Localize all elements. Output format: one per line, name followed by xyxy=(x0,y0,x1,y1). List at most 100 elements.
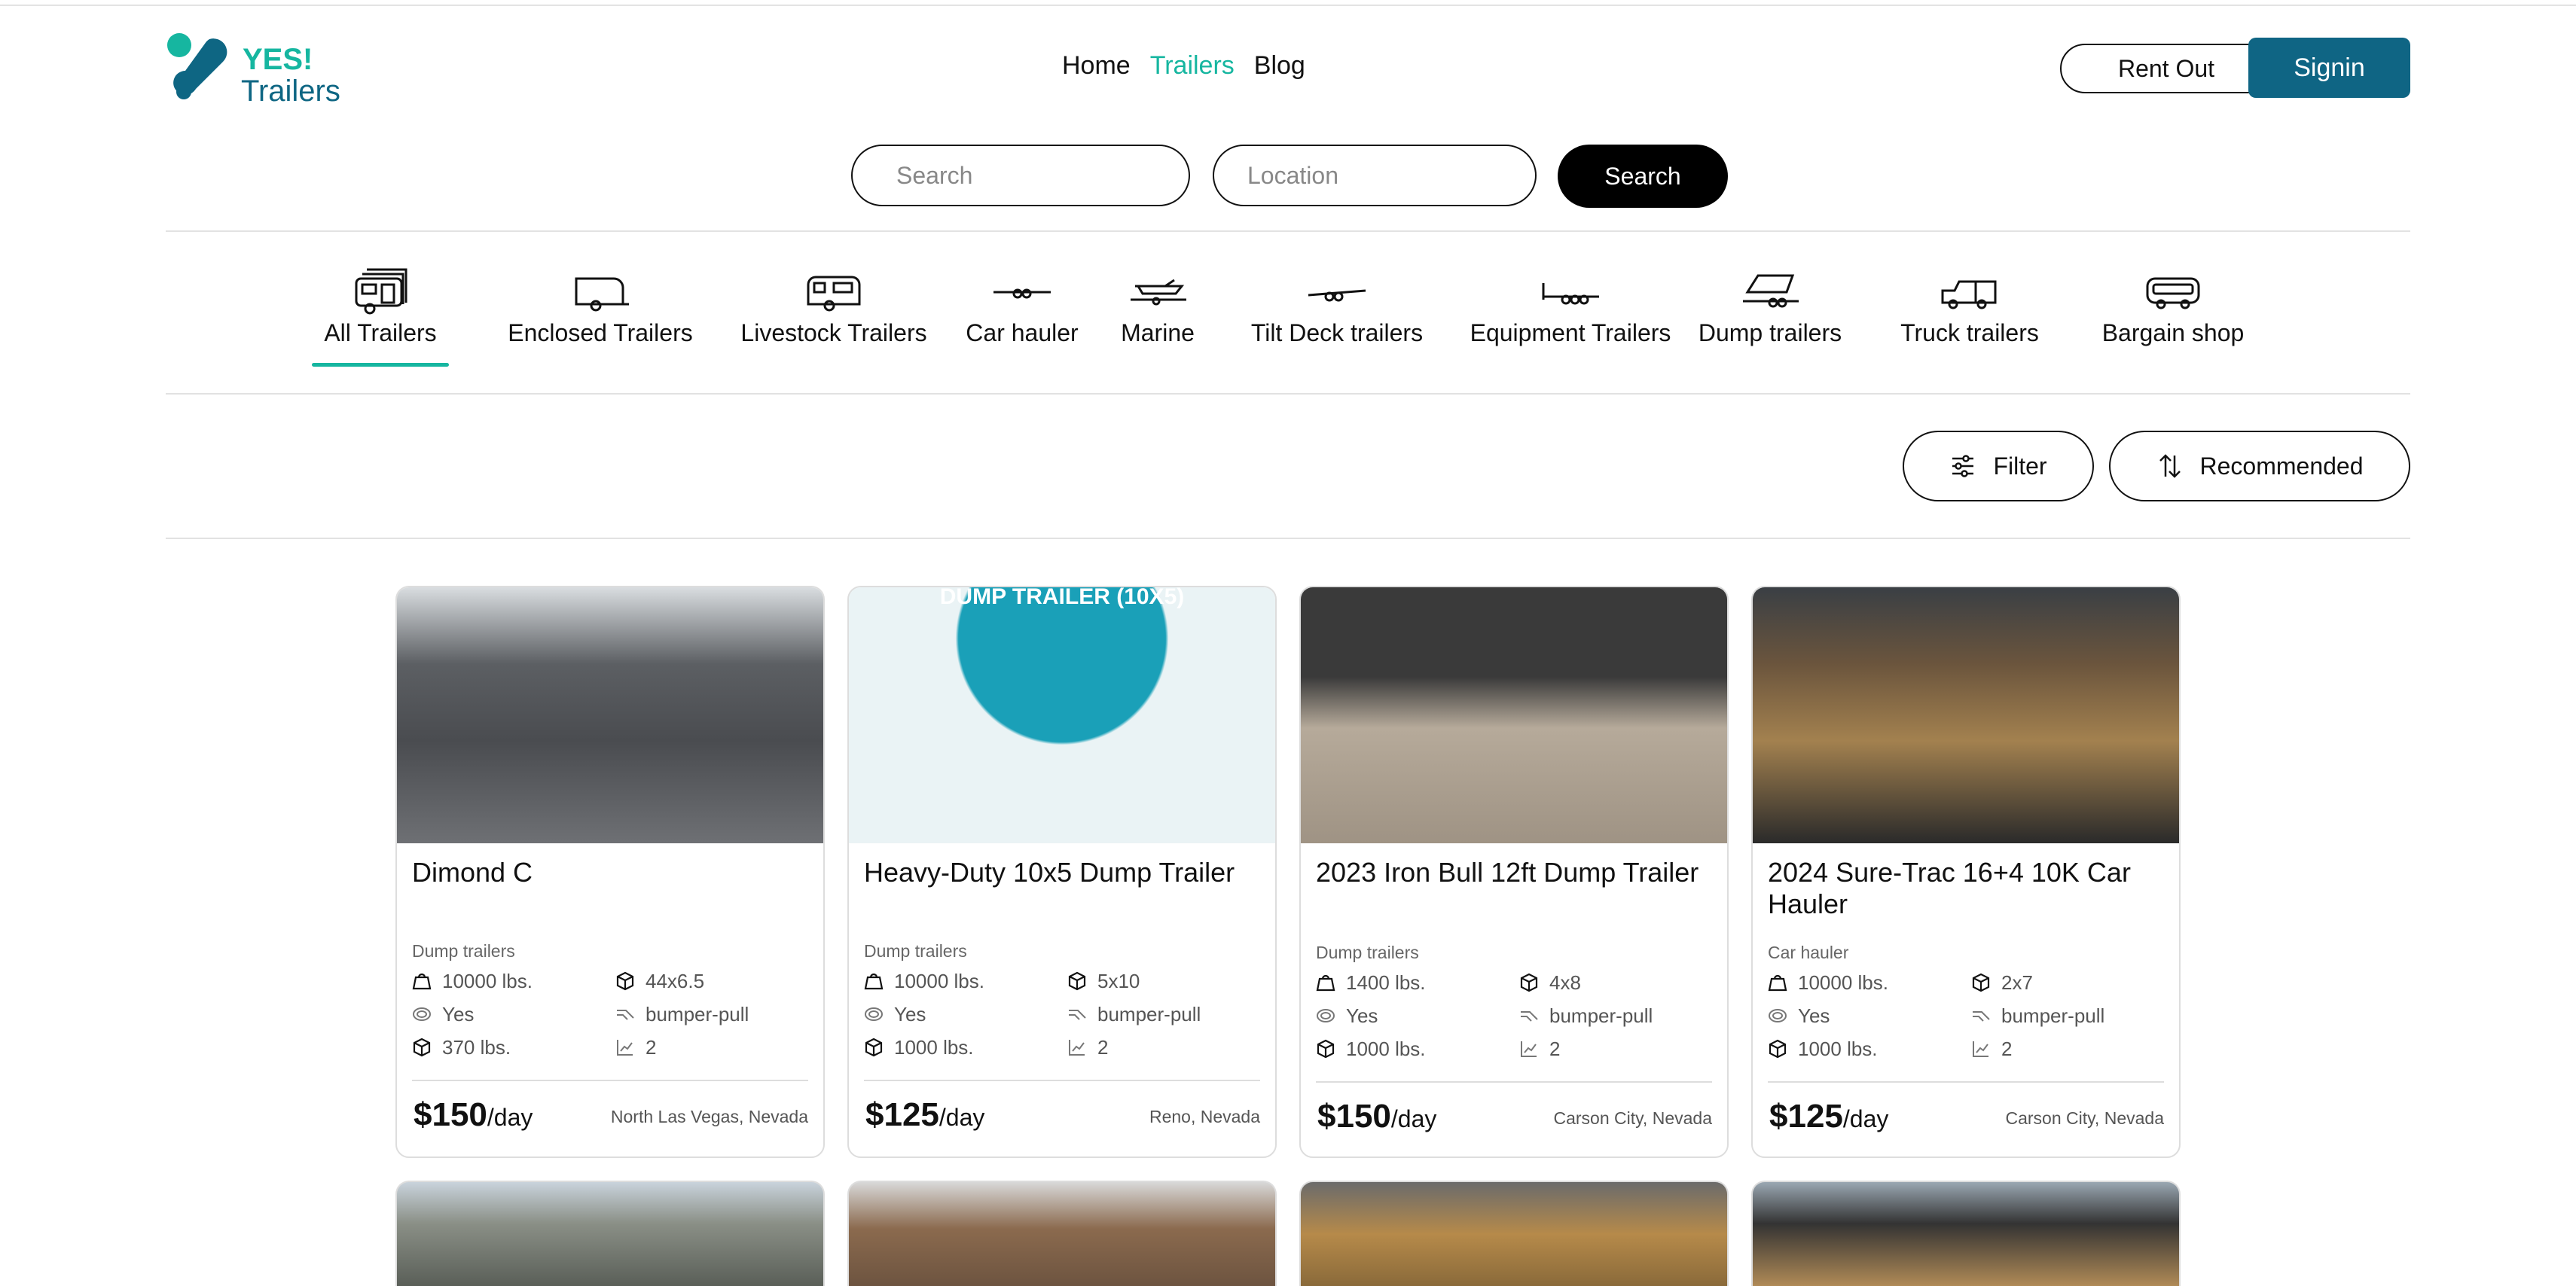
sort-button[interactable]: Recommended xyxy=(2109,431,2410,501)
filter-label: Filter xyxy=(1993,452,2047,480)
listing-card[interactable]: DUMP TRAILER (10X5) Heavy-Duty 10x5 Dump… xyxy=(847,586,1277,1158)
hitch-icon xyxy=(1973,1011,1990,1022)
search-input[interactable] xyxy=(851,145,1190,206)
listing-title[interactable]: Heavy-Duty 10x5 Dump Trailer xyxy=(864,857,1260,888)
category-all-trailers[interactable]: All Trailers xyxy=(312,264,449,367)
category-dump[interactable]: Dump trailers xyxy=(1687,264,1853,347)
card-divider xyxy=(1768,1081,2164,1083)
price-value: $150 xyxy=(414,1096,487,1133)
listing-price: $125/day xyxy=(865,1096,984,1134)
category-truck[interactable]: Truck trailers xyxy=(1891,264,2049,347)
bargain-shop-icon xyxy=(2146,277,2200,309)
listing-photo[interactable] xyxy=(1301,587,1727,843)
divider xyxy=(166,393,2410,395)
search-button[interactable]: Search xyxy=(1558,145,1728,208)
listing-card-preview[interactable] xyxy=(1751,1181,2181,1286)
search-bar: Search xyxy=(166,145,2410,208)
spec-size-value: 44x6.5 xyxy=(646,969,705,992)
spec-axles-value: 2 xyxy=(1549,1037,1561,1060)
listing-specs: 10000 lbs. 5x10 Yes bumper-pull 1000 lbs… xyxy=(864,967,1260,1062)
ramp-icon xyxy=(865,1007,883,1021)
spec-hitch-value: bumper-pull xyxy=(2001,1004,2105,1027)
listing-title[interactable]: 2024 Sure-Trac 16+4 10K Car Hauler xyxy=(1768,857,2164,920)
nav-trailers[interactable]: Trailers xyxy=(1150,51,1235,81)
listing-type: Car hauler xyxy=(1768,943,1849,962)
weight-icon xyxy=(864,973,884,990)
signin-button[interactable]: Signin xyxy=(2248,38,2410,98)
category-label: Marine xyxy=(1121,319,1195,346)
spec-hitch-value: bumper-pull xyxy=(1549,1004,1653,1027)
category-livestock[interactable]: Livestock Trailers xyxy=(717,264,951,347)
truck-trailer-icon xyxy=(1941,280,1997,309)
nav-home[interactable]: Home xyxy=(1062,51,1131,81)
spec-ramp-value: Yes xyxy=(1346,1004,1378,1027)
spec-hitch-value: bumper-pull xyxy=(646,1002,749,1025)
category-tilt-deck[interactable]: Tilt Deck trailers xyxy=(1228,264,1446,347)
category-bar: All Trailers Enclosed Trailers Livestock… xyxy=(166,264,2410,376)
enclosed-trailer-icon xyxy=(575,277,629,312)
listing-location: Carson City, Nevada xyxy=(2005,1108,2165,1128)
ramp-icon xyxy=(1317,1009,1335,1022)
listing-card[interactable]: 2024 Sure-Trac 16+4 10K Car Hauler Car h… xyxy=(1751,586,2181,1158)
spec-ramp: Yes xyxy=(864,1000,1067,1028)
rent-out-button[interactable]: Rent Out xyxy=(2060,44,2272,93)
spec-ramp: Yes xyxy=(1316,1001,1519,1030)
spec-size: 4x8 xyxy=(1519,968,1708,997)
spec-payload: 1000 lbs. xyxy=(1316,1035,1519,1063)
spec-ramp-value: Yes xyxy=(442,1002,475,1025)
listing-title[interactable]: Dimond C xyxy=(412,857,808,888)
listing-location: Reno, Nevada xyxy=(1149,1107,1260,1126)
listing-photo[interactable]: DUMP TRAILER (10X5) xyxy=(849,587,1275,843)
category-marine[interactable]: Marine xyxy=(1094,264,1222,347)
spec-size: 44x6.5 xyxy=(615,967,804,995)
divider xyxy=(166,230,2410,232)
main-nav: Home Trailers Blog xyxy=(1062,51,1305,81)
category-equipment[interactable]: Equipment Trailers xyxy=(1461,264,1680,347)
listing-title[interactable]: 2023 Iron Bull 12ft Dump Trailer xyxy=(1316,857,1712,888)
header: YES! Trailers Home Trailers Blog Rent Ou… xyxy=(166,23,2410,113)
spec-payload: 370 lbs. xyxy=(412,1033,615,1062)
card-divider xyxy=(412,1080,808,1081)
spec-hitch-value: bumper-pull xyxy=(1097,1002,1201,1025)
listing-photo[interactable] xyxy=(397,587,823,843)
filter-button[interactable]: Filter xyxy=(1903,431,2094,501)
spec-hitch: bumper-pull xyxy=(1519,1001,1708,1030)
listing-card[interactable]: Dimond C Dump trailers 10000 lbs. 44x6.5… xyxy=(395,586,825,1158)
nav-blog[interactable]: Blog xyxy=(1254,51,1305,81)
weight-icon xyxy=(412,973,432,990)
category-car-hauler[interactable]: Car hauler xyxy=(951,264,1094,347)
listing-price: $150/day xyxy=(1317,1098,1436,1135)
spec-size-value: 5x10 xyxy=(1097,969,1140,992)
price-value: $125 xyxy=(865,1096,939,1133)
listing-specs: 10000 lbs. 2x7 Yes bumper-pull 1000 lbs.… xyxy=(1768,968,2164,1063)
listing-card-preview[interactable] xyxy=(395,1181,825,1286)
box-icon xyxy=(616,971,634,991)
sort-label: Recommended xyxy=(2199,452,2364,480)
spec-axles: 2 xyxy=(1971,1035,2159,1063)
price-value: $125 xyxy=(1769,1098,1843,1135)
chart-line-icon xyxy=(617,1040,633,1056)
spec-ramp: Yes xyxy=(1768,1001,1971,1030)
price-unit: /day xyxy=(1842,1105,1889,1132)
hitch-icon xyxy=(1069,1010,1086,1020)
logo-line2: Trailers xyxy=(241,75,340,108)
logo[interactable]: YES! Trailers xyxy=(166,29,340,108)
listing-card-preview[interactable] xyxy=(847,1181,1277,1286)
tilt-deck-icon xyxy=(1308,289,1366,302)
category-enclosed[interactable]: Enclosed Trailers xyxy=(484,264,717,347)
location-input[interactable] xyxy=(1213,145,1537,206)
listing-card[interactable]: 2023 Iron Bull 12ft Dump Trailer Dump tr… xyxy=(1299,586,1729,1158)
spec-axles-value: 2 xyxy=(646,1035,657,1059)
category-label: Livestock Trailers xyxy=(740,319,927,346)
price-unit: /day xyxy=(939,1104,985,1131)
spec-ramp: Yes xyxy=(412,1000,615,1028)
box-icon xyxy=(865,1038,883,1057)
dump-trailer-icon xyxy=(1743,274,1799,308)
spec-axles-value: 2 xyxy=(1097,1035,1109,1059)
listing-photo[interactable] xyxy=(1753,587,2179,843)
category-label: Car hauler xyxy=(966,319,1079,346)
listing-location: North Las Vegas, Nevada xyxy=(610,1107,808,1126)
box-icon xyxy=(1520,973,1538,992)
category-bargain[interactable]: Bargain shop xyxy=(2094,264,2252,347)
listing-card-preview[interactable] xyxy=(1299,1181,1729,1286)
